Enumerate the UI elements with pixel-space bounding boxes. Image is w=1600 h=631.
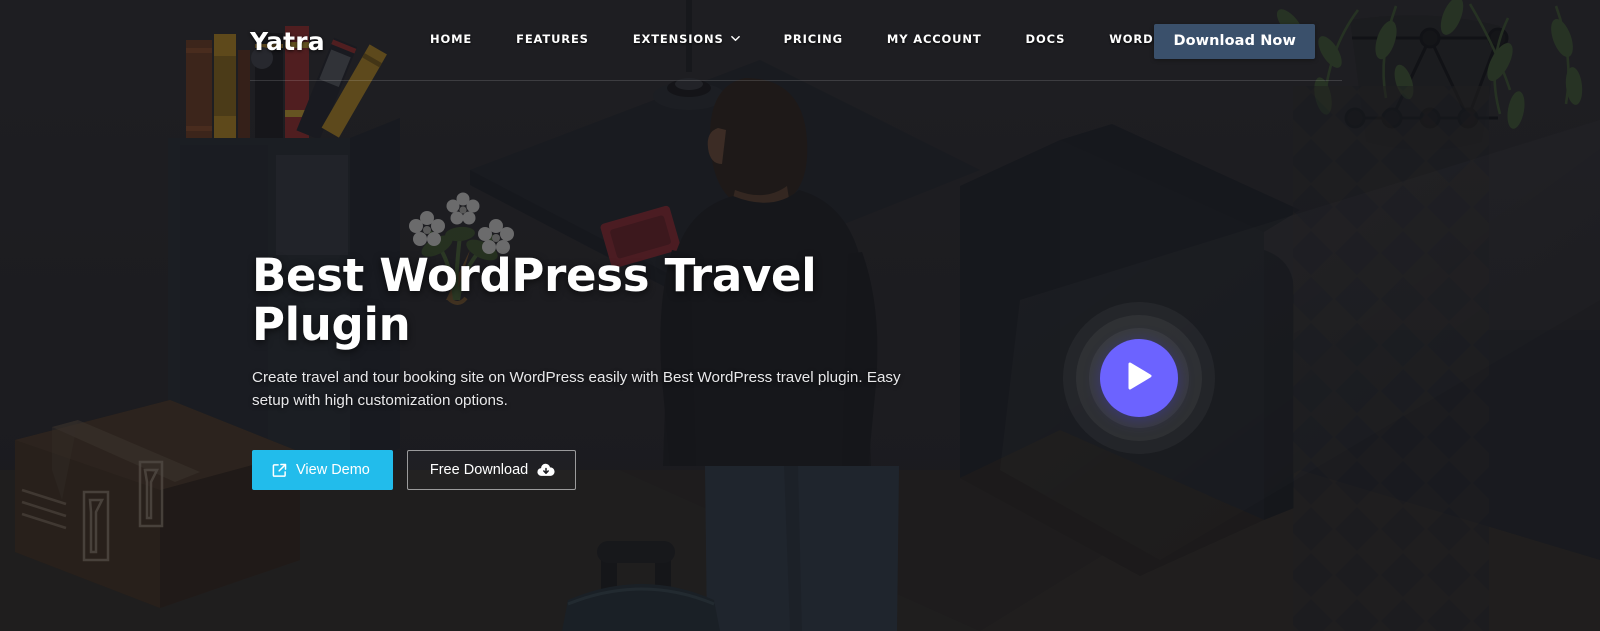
site-logo[interactable]: Yatra <box>250 27 325 56</box>
cloud-download-icon <box>537 463 555 477</box>
play-icon <box>1124 360 1154 397</box>
nav-home[interactable]: HOME <box>430 32 472 46</box>
nav-pricing[interactable]: PRICING <box>784 32 843 46</box>
view-demo-button[interactable]: View Demo <box>252 450 393 491</box>
hero-subtitle: Create travel and tour booking site on W… <box>252 369 901 410</box>
nav-docs-label: DOCS <box>1025 32 1066 46</box>
play-button-core[interactable] <box>1100 339 1178 417</box>
nav-extensions-label: EXTENSIONS <box>632 32 724 46</box>
nav-my-account[interactable]: MY ACCOUNT <box>887 32 982 46</box>
hero-section: Yatra HOME FEATURES EXTENSIONS PRICING M… <box>0 0 1600 631</box>
nav-extensions[interactable]: EXTENSIONS <box>633 32 740 46</box>
site-header: Yatra HOME FEATURES EXTENSIONS PRICING M… <box>0 0 1600 82</box>
hero-content: Best WordPress Travel Plugin Create trav… <box>252 249 952 491</box>
nav-features-label: FEATURES <box>516 32 589 46</box>
hero-cta-row: View Demo Free Download <box>252 450 952 491</box>
page-title: Best WordPress Travel Plugin <box>252 249 817 351</box>
video-play-button[interactable] <box>1063 302 1215 454</box>
free-download-button[interactable]: Free Download <box>406 450 577 491</box>
header-divider <box>250 80 1342 81</box>
external-link-icon <box>272 463 287 478</box>
nav-docs[interactable]: DOCS <box>1026 32 1066 46</box>
view-demo-label: View Demo <box>296 462 370 479</box>
nav-features[interactable]: FEATURES <box>516 32 589 46</box>
download-now-button[interactable]: Download Now <box>1154 24 1315 59</box>
nav-my-account-label: MY ACCOUNT <box>886 32 982 46</box>
chevron-down-icon <box>730 34 740 43</box>
nav-home-label: HOME <box>430 32 473 46</box>
nav-pricing-label: PRICING <box>783 32 843 46</box>
free-download-label: Free Download <box>429 462 529 479</box>
